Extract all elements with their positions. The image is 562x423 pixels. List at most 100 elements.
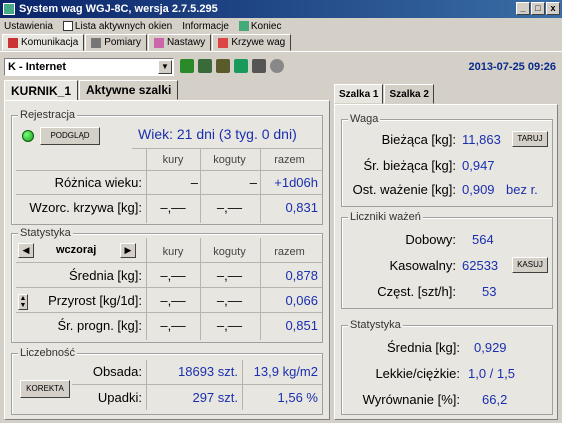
group-waga: Waga Bieżąca [kg]: 11,863 TARUJ Śr. bież… xyxy=(341,113,553,207)
curve-icon xyxy=(218,37,229,48)
tab-kurnik-1[interactable]: KURNIK_1 xyxy=(4,80,79,101)
daily-count: 564 xyxy=(472,232,494,247)
tab-nastawy[interactable]: Nastawy xyxy=(147,34,212,51)
group-statystyka-szalka: Statystyka Średnia [kg]: 0,929 Lekkie/ci… xyxy=(341,319,553,415)
connection-select[interactable]: K - Internet ▼ xyxy=(4,58,174,76)
cell-value: –,–– xyxy=(160,318,186,333)
avg-weight: 0,947 xyxy=(462,158,495,173)
group-label: Liczniki ważeń xyxy=(348,211,423,223)
header-kury: kury xyxy=(162,246,184,258)
header-kury: kury xyxy=(162,154,184,166)
maximize-button[interactable]: □ xyxy=(531,2,545,15)
group-statystyka: Statystyka ◀ wczoraj ▶ kury koguty razem… xyxy=(11,227,323,343)
correction-button[interactable]: KOREKTA xyxy=(20,380,70,398)
group-label: Rejestracja xyxy=(18,109,78,121)
left-panel: Rejestracja PODGLĄD Wiek: 21 dni (3 tyg.… xyxy=(4,100,330,420)
scales-icon[interactable] xyxy=(198,59,212,73)
row-label: Częst. [szt/h]: xyxy=(377,284,456,299)
toolbar: K - Internet ▼ 2013-07-25 09:26 xyxy=(0,54,562,80)
connect-icon[interactable] xyxy=(180,59,194,73)
stat-uniformity: 66,2 xyxy=(482,392,508,407)
tare-button[interactable]: TARUJ xyxy=(512,131,548,147)
tree-icon[interactable] xyxy=(234,59,248,73)
row-label: Średnia [kg]: xyxy=(387,340,460,355)
group-rejestracja: Rejestracja PODGLĄD Wiek: 21 dni (3 tyg.… xyxy=(11,109,323,225)
stat-light-heavy: 1,0 / 1,5 xyxy=(468,366,515,381)
header-koguty: koguty xyxy=(213,246,246,258)
tab-komunikacja[interactable]: Komunikacja xyxy=(2,34,85,51)
cell-value: –,–– xyxy=(160,268,186,283)
row-label: Przyrost [kg/1d]: xyxy=(48,293,142,308)
group-label: Liczebność xyxy=(18,347,78,359)
network-icon xyxy=(8,37,18,48)
header-razem: razem xyxy=(274,246,305,258)
cell-value: 18693 szt. xyxy=(178,364,238,379)
cell-value: 0,878 xyxy=(285,268,318,283)
main-tabs: Komunikacja Pomiary Nastawy Krzywe wag xyxy=(0,34,562,52)
row-label: Lekkie/ciężkie: xyxy=(375,366,460,381)
menu-lista-okien[interactable]: Lista aktywnych okien xyxy=(62,21,172,32)
cell-value: 0,831 xyxy=(285,200,318,215)
app-icon xyxy=(3,3,15,15)
row-label: Różnica wieku: xyxy=(54,175,142,190)
printer-icon[interactable] xyxy=(252,59,266,73)
cell-value: 13,9 kg/m2 xyxy=(253,364,318,379)
next-day-button[interactable]: ▶ xyxy=(120,243,136,258)
row-label: Upadki: xyxy=(97,390,142,405)
row-label: Ost. ważenie [kg]: xyxy=(352,182,456,197)
preview-button[interactable]: PODGLĄD xyxy=(40,127,100,145)
row-label: Śr. bieżąca [kg]: xyxy=(363,158,457,173)
tab-szalka-2[interactable]: Szalka 2 xyxy=(384,84,434,104)
cell-value: 0,066 xyxy=(285,293,318,308)
age-label: Wiek: 21 dni (3 tyg. 0 dni) xyxy=(138,126,297,142)
cell-value: +1d06h xyxy=(274,175,318,190)
cell-value: 0,851 xyxy=(285,318,318,333)
chevron-down-icon[interactable]: ▼ xyxy=(158,60,172,74)
cell-value: 1,56 % xyxy=(277,390,318,405)
header-koguty: koguty xyxy=(213,154,246,166)
window-title: System wag WGJ-8C, wersja 2.7.5.295 xyxy=(19,3,218,15)
tab-krzywe-wag[interactable]: Krzywe wag xyxy=(212,34,292,51)
frequency: 53 xyxy=(482,284,497,299)
status-led xyxy=(22,130,34,142)
last-weight: 0,909 xyxy=(462,182,495,197)
menu-ustawienia[interactable]: Ustawienia xyxy=(4,21,53,32)
window-list-icon xyxy=(62,21,73,31)
row-label: Śr. progn. [kg]: xyxy=(57,318,142,333)
group-label: Statystyka xyxy=(18,227,73,239)
title-bar: System wag WGJ-8C, wersja 2.7.5.295 _ □ … xyxy=(0,0,562,18)
stat-avg: 0,929 xyxy=(474,340,507,355)
group-liczebnosc: Liczebność KOREKTA Obsada: 18693 szt. 13… xyxy=(11,347,323,415)
prev-day-button[interactable]: ◀ xyxy=(18,243,34,258)
tab-pomiary[interactable]: Pomiary xyxy=(85,34,147,51)
scale-tabs: Szalka 1 Szalka 2 xyxy=(334,84,435,104)
row-label: Bieżąca [kg]: xyxy=(381,132,456,147)
scale-icon xyxy=(91,37,102,48)
menu-koniec[interactable]: Koniec xyxy=(238,21,281,32)
group-label: Waga xyxy=(348,113,381,125)
house-tabs: KURNIK_1 Aktywne szalki xyxy=(4,80,179,101)
row-label: Obsada: xyxy=(92,364,142,379)
status-icon[interactable] xyxy=(270,59,284,73)
tab-szalka-1[interactable]: Szalka 1 xyxy=(334,84,384,104)
close-button[interactable]: x xyxy=(546,2,560,15)
row-label: Średnia [kg]: xyxy=(69,268,142,283)
group-liczniki: Liczniki ważeń Dobowy: 564 Kasowalny: 62… xyxy=(341,211,553,309)
cell-value: –,–– xyxy=(160,293,186,308)
menu-informacje[interactable]: Informacje xyxy=(182,21,229,32)
last-weight-suffix: bez r. xyxy=(506,182,538,197)
current-weight: 11,863 xyxy=(462,132,501,147)
settings-icon xyxy=(153,37,164,48)
period-label: wczoraj xyxy=(56,244,97,256)
cell-value: 297 szt. xyxy=(192,390,238,405)
exit-icon xyxy=(238,21,249,31)
tab-aktywne-szalki[interactable]: Aktywne szalki xyxy=(79,80,179,100)
datetime: 2013-07-25 09:26 xyxy=(468,61,556,73)
gain-stepper[interactable]: ▲ ▼ xyxy=(18,294,28,310)
right-panel: Waga Bieżąca [kg]: 11,863 TARUJ Śr. bież… xyxy=(334,104,558,420)
reset-button[interactable]: KASUJ xyxy=(512,257,548,273)
minimize-button[interactable]: _ xyxy=(516,2,530,15)
row-label: Wzorc. krzywa [kg]: xyxy=(29,200,142,215)
resettable-count: 62533 xyxy=(462,258,499,273)
house-icon[interactable] xyxy=(216,59,230,73)
